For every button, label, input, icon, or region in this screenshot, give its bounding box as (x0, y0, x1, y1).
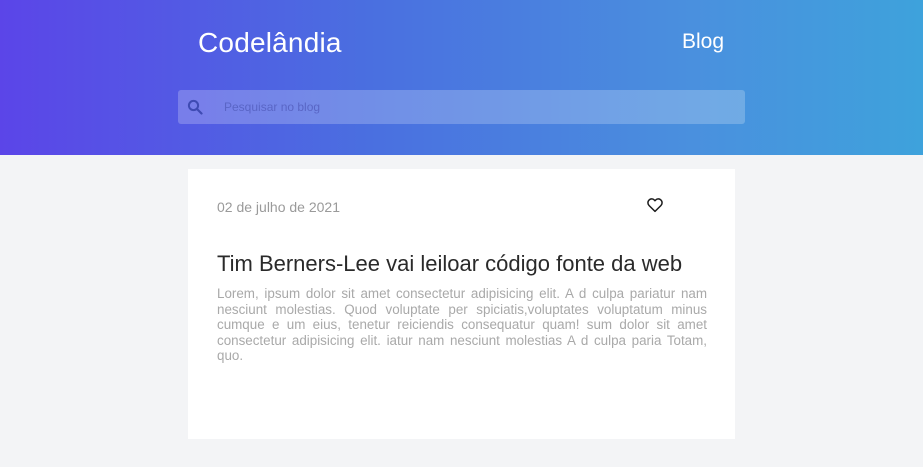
post-excerpt: Lorem, ipsum dolor sit amet consectetur … (217, 286, 707, 364)
search-bar[interactable] (178, 90, 745, 124)
search-icon[interactable] (187, 99, 203, 115)
header: Codelândia Blog (0, 0, 923, 155)
search-input[interactable] (224, 90, 734, 124)
heart-icon[interactable] (646, 196, 664, 214)
post-date: 02 de julho de 2021 (217, 199, 340, 215)
nav-blog-link[interactable]: Blog (682, 30, 724, 54)
site-logo[interactable]: Codelândia (198, 27, 342, 59)
post-title[interactable]: Tim Berners-Lee vai leiloar código fonte… (217, 251, 717, 277)
post-card[interactable]: 02 de julho de 2021 Tim Berners-Lee vai … (188, 169, 735, 439)
